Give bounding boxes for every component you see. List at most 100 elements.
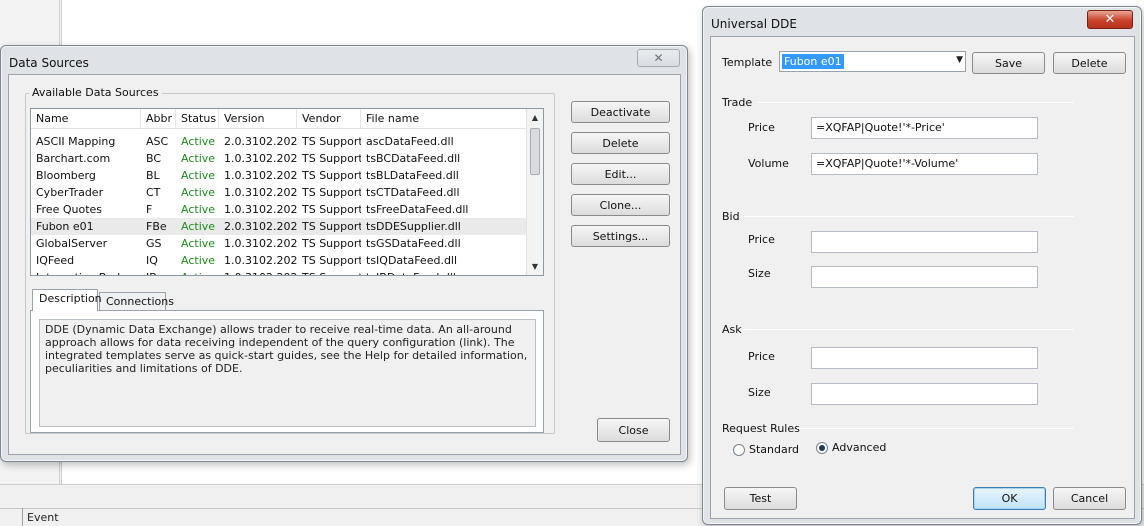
ask-price-label: Price <box>748 350 775 363</box>
row-cell-version: 2.0.3102.202 <box>224 220 297 233</box>
row-cell-version: 2.0.3102.202 <box>224 135 297 148</box>
universal-dde-title: Universal DDE <box>711 17 797 31</box>
bid-section-label: Bid <box>722 210 740 223</box>
bid-price-label: Price <box>748 233 775 246</box>
table-row[interactable]: ASCII Mapping ASC Active 2.0.3102.202 TS Sup… <box>31 133 527 150</box>
table-row[interactable]: CyberTrader CT Active 1.0.3102.202 TS Suppor… <box>31 184 527 201</box>
row-cell-vendor: TS Support <box>302 169 361 182</box>
trade-section-label: Trade <box>722 96 753 109</box>
bid-size-field[interactable] <box>811 266 1038 288</box>
row-cell-abbr: BL <box>146 169 160 182</box>
row-cell-file: ascDataFeed.dll <box>366 135 454 148</box>
column-header-file-name[interactable]: File name <box>361 109 527 129</box>
table-row[interactable]: Bloomberg BL Active 1.0.3102.202 TS Support t… <box>31 167 527 184</box>
row-cell-abbr: IQ <box>146 254 158 267</box>
table-row[interactable]: GlobalServer GS Active 1.0.3102.202 TS Suppo… <box>31 235 527 252</box>
ask-price-field[interactable] <box>811 347 1038 369</box>
test-button[interactable]: Test <box>724 487 797 510</box>
save-button[interactable]: Save <box>972 52 1045 74</box>
row-cell-version: 1.0.3102.202 <box>219 269 297 275</box>
edit-button[interactable]: Edit... <box>571 163 670 185</box>
column-header-version[interactable]: Version <box>219 109 297 129</box>
status-separator <box>22 508 23 526</box>
advanced-radio[interactable] <box>816 442 828 454</box>
delete-button[interactable]: Delete <box>571 132 670 154</box>
row-cell-status: Active <box>176 269 219 275</box>
row-cell-status: Active <box>181 186 216 199</box>
universal-dde-close-button[interactable]: ✕ <box>1087 10 1133 29</box>
table-row[interactable]: Barchart.com BC Active 1.0.3102.202 TS Suppo… <box>31 150 527 167</box>
row-cell-status: Active <box>181 169 216 182</box>
dropdown-arrow-icon: ▼ <box>956 55 963 65</box>
description-panel: DDE (Dynamic Data Exchange) allows trade… <box>30 310 544 433</box>
row-cell-name: Interactive Brokers <box>31 269 141 275</box>
standard-radio-label[interactable]: Standard <box>749 443 799 456</box>
column-header-vendor[interactable]: Vendor <box>297 109 361 129</box>
close-button[interactable]: Close <box>597 418 670 442</box>
data-sources-list[interactable]: Name Abbr Status Version Vendor File nam… <box>30 108 544 276</box>
request-rules-label: Request Rules <box>722 422 800 435</box>
bid-size-label: Size <box>748 267 771 280</box>
row-cell-name: CyberTrader <box>36 186 104 199</box>
request-rules-separator <box>797 428 1074 429</box>
bid-price-field[interactable] <box>811 231 1038 253</box>
row-cell-file: tsIQDataFeed.dll <box>366 254 458 267</box>
row-cell-status: Active <box>181 220 216 233</box>
row-cell-status: Active <box>181 135 216 148</box>
row-cell-file: tsDDESupplier.dll <box>366 220 461 233</box>
scroll-thumb[interactable] <box>530 128 540 175</box>
row-cell-name: GlobalServer <box>36 237 108 250</box>
delete-template-button[interactable]: Delete <box>1053 52 1126 74</box>
trade-volume-field[interactable]: =XQFAP|Quote!'*-Volume' <box>811 153 1038 175</box>
clone-button[interactable]: Clone... <box>571 194 670 216</box>
scroll-down-icon[interactable]: ▼ <box>527 258 543 275</box>
column-header-status[interactable]: Status <box>176 109 219 129</box>
deactivate-button[interactable]: Deactivate <box>571 101 670 123</box>
advanced-radio-label[interactable]: Advanced <box>832 441 886 454</box>
close-icon: ✕ <box>1104 12 1116 27</box>
table-row[interactable]: Interactive BrokersIBActive1.0.3102.202T… <box>31 269 527 275</box>
table-row[interactable]: Free Quotes F Active 1.0.3102.202 TS Support… <box>31 201 527 218</box>
row-cell-status: Active <box>181 237 216 250</box>
row-cell-abbr: BC <box>146 152 162 165</box>
row-cell-status: Active <box>181 203 216 216</box>
scroll-up-icon[interactable]: ▲ <box>527 109 543 126</box>
data-sources-close-button[interactable]: ✕ <box>637 49 680 67</box>
row-cell-abbr: CT <box>146 186 161 199</box>
status-event-label: Event <box>27 511 59 524</box>
row-cell-status: Active <box>181 152 216 165</box>
row-cell-file: tsBLDataFeed.dll <box>366 169 459 182</box>
available-data-sources-label: Available Data Sources <box>29 86 162 99</box>
description-text: DDE (Dynamic Data Exchange) allows trade… <box>39 319 536 427</box>
row-cell-version: 1.0.3102.202 <box>224 169 297 182</box>
ok-button[interactable]: OK <box>973 487 1046 510</box>
column-header-abbr[interactable]: Abbr <box>141 109 176 129</box>
column-header-name[interactable]: Name <box>31 109 141 129</box>
row-cell-abbr: ASC <box>146 135 169 148</box>
trade-separator <box>757 102 1074 103</box>
settings-button[interactable]: Settings... <box>571 225 670 247</box>
row-cell-abbr: GS <box>146 237 162 250</box>
row-cell-vendor: TS Support <box>302 203 361 216</box>
ask-size-field[interactable] <box>811 383 1038 405</box>
tab-description[interactable]: Description <box>32 289 102 311</box>
row-cell-vendor: TS Support <box>302 135 361 148</box>
bid-separator <box>744 216 1074 217</box>
universal-dde-window: Universal DDE ✕ Template Fubon e01 ▼ Sav… <box>702 6 1142 525</box>
trade-price-field[interactable]: =XQFAP|Quote!'*-Price' <box>811 117 1038 139</box>
row-cell-vendor: TS Support <box>302 254 361 267</box>
table-row[interactable]: Fubon e01 FBe Active 2.0.3102.202 TS Support… <box>31 218 527 235</box>
trade-volume-label: Volume <box>748 157 789 170</box>
row-cell-file: tsBCDataFeed.dll <box>366 152 461 165</box>
row-cell-version: 1.0.3102.202 <box>224 254 297 267</box>
standard-radio[interactable] <box>733 444 745 456</box>
row-cell-abbr: FBe <box>146 220 167 233</box>
table-row[interactable]: IQFeed IQ Active 1.0.3102.202 TS Support tsIQ… <box>31 252 527 269</box>
tab-connections[interactable]: Connections <box>99 292 174 312</box>
list-header: Name Abbr Status Version Vendor File nam… <box>31 109 527 129</box>
list-scrollbar[interactable]: ▲ ▼ <box>526 109 543 275</box>
row-cell-abbr: IB <box>141 269 176 275</box>
ask-size-label: Size <box>748 386 771 399</box>
cancel-button[interactable]: Cancel <box>1053 487 1126 510</box>
template-dropdown[interactable]: Fubon e01 ▼ <box>779 51 966 72</box>
